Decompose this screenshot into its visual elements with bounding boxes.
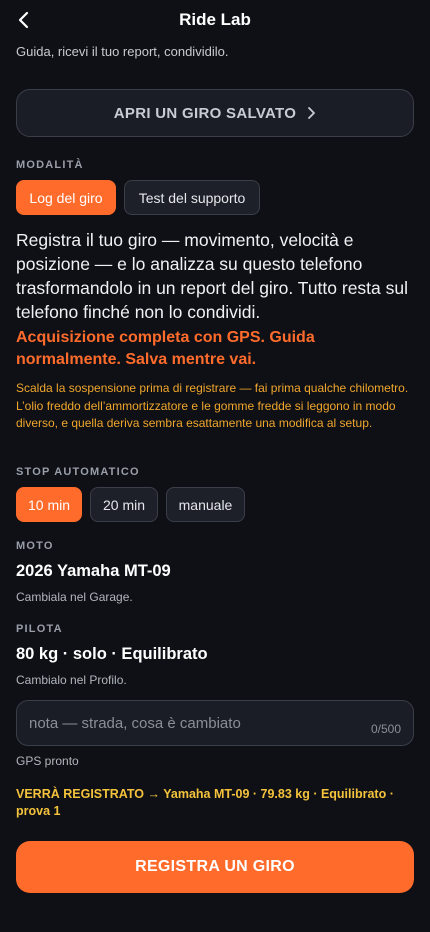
bike-hint: Cambiala nel Garage. — [16, 590, 133, 604]
rider-value: 80 kg · solo · Equilibrato — [16, 645, 208, 663]
open-saved-ride-button[interactable]: APRI UN GIRO SALVATO — [16, 89, 414, 137]
rider-hint: Cambialo nel Profilo. — [16, 673, 127, 687]
rider-section-label: PILOTA — [16, 623, 63, 635]
top-bar: Ride Lab — [0, 0, 430, 40]
note-input[interactable] — [29, 701, 349, 745]
auto-stop-option-10min[interactable]: 10 min — [16, 487, 82, 522]
open-saved-ride-label: APRI UN GIRO SALVATO — [113, 104, 297, 122]
chevron-right-icon — [308, 107, 316, 119]
bike-value: 2026 Yamaha MT-09 — [16, 562, 171, 580]
will-record-summary: VERRÀ REGISTRATO → Yamaha MT-09 · 79.83 … — [16, 787, 394, 818]
gps-status: GPS pronto — [16, 754, 79, 768]
page-subtitle: Guida, ricevi il tuo report, condividilo… — [16, 44, 229, 59]
bike-section-label: MOTO — [16, 540, 54, 552]
note-field[interactable]: 0/500 — [16, 700, 414, 746]
page-title: Ride Lab — [179, 10, 251, 29]
auto-stop-option-manual[interactable]: manuale — [166, 487, 245, 522]
ride-lab-screen: Ride Lab Guida, ricevi il tuo report, co… — [0, 0, 430, 932]
mode-section-label: MODALITÀ — [16, 159, 84, 171]
auto-stop-section-label: STOP AUTOMATICO — [16, 466, 140, 478]
mode-description: Registra il tuo giro — movimento, veloci… — [16, 230, 409, 322]
gps-headline: Acquisizione completa con GPS. Guida nor… — [16, 329, 315, 368]
auto-stop-option-20min[interactable]: 20 min — [90, 487, 158, 522]
note-char-counter: 0/500 — [370, 722, 401, 736]
record-ride-button[interactable]: REGISTRA UN GIRO — [16, 841, 414, 893]
mode-option-ride-log[interactable]: Log del giro — [16, 180, 116, 215]
mode-option-mount-test[interactable]: Test del supporto — [124, 180, 260, 215]
warmup-warning: Scalda la sospensione prima di registrar… — [16, 381, 409, 430]
